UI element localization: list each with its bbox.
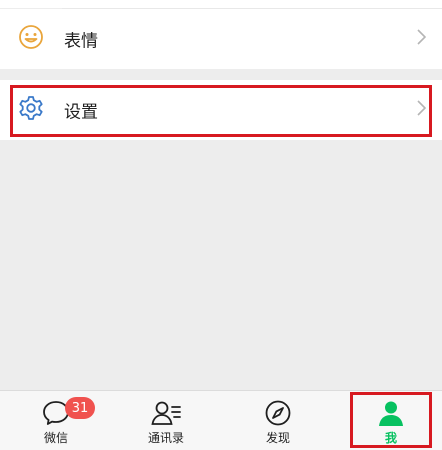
chevron-right-icon [417,100,427,120]
menu-row-emoji[interactable]: 表情 [0,9,442,69]
tab-me[interactable]: 我 [343,391,439,450]
menu-row-label: 设置 [64,102,98,123]
previous-row-sliver [0,0,442,8]
contacts-icon [150,399,182,427]
chevron-right-icon [417,29,427,49]
gear-icon [18,95,44,125]
menu-row-label: 表情 [64,31,98,52]
smiley-icon [18,24,44,54]
unread-badge: 31 [65,397,95,419]
tab-label: 发现 [265,431,290,445]
tab-chats[interactable]: 微信 31 [8,391,104,450]
compass-icon [264,399,292,427]
bottom-tab-bar: 微信 31 通讯录 发现 我 [0,390,442,450]
tab-discover[interactable]: 发现 [230,391,326,450]
person-icon [377,399,405,427]
tab-label: 通讯录 [147,431,184,445]
menu-row-settings[interactable]: 设置 [0,80,442,140]
tab-label: 微信 [43,431,68,445]
tab-label: 我 [384,431,397,445]
tab-contacts[interactable]: 通讯录 [118,391,214,450]
me-page: 表情 设置 微信 31 通讯录 发现 我 [0,0,442,450]
